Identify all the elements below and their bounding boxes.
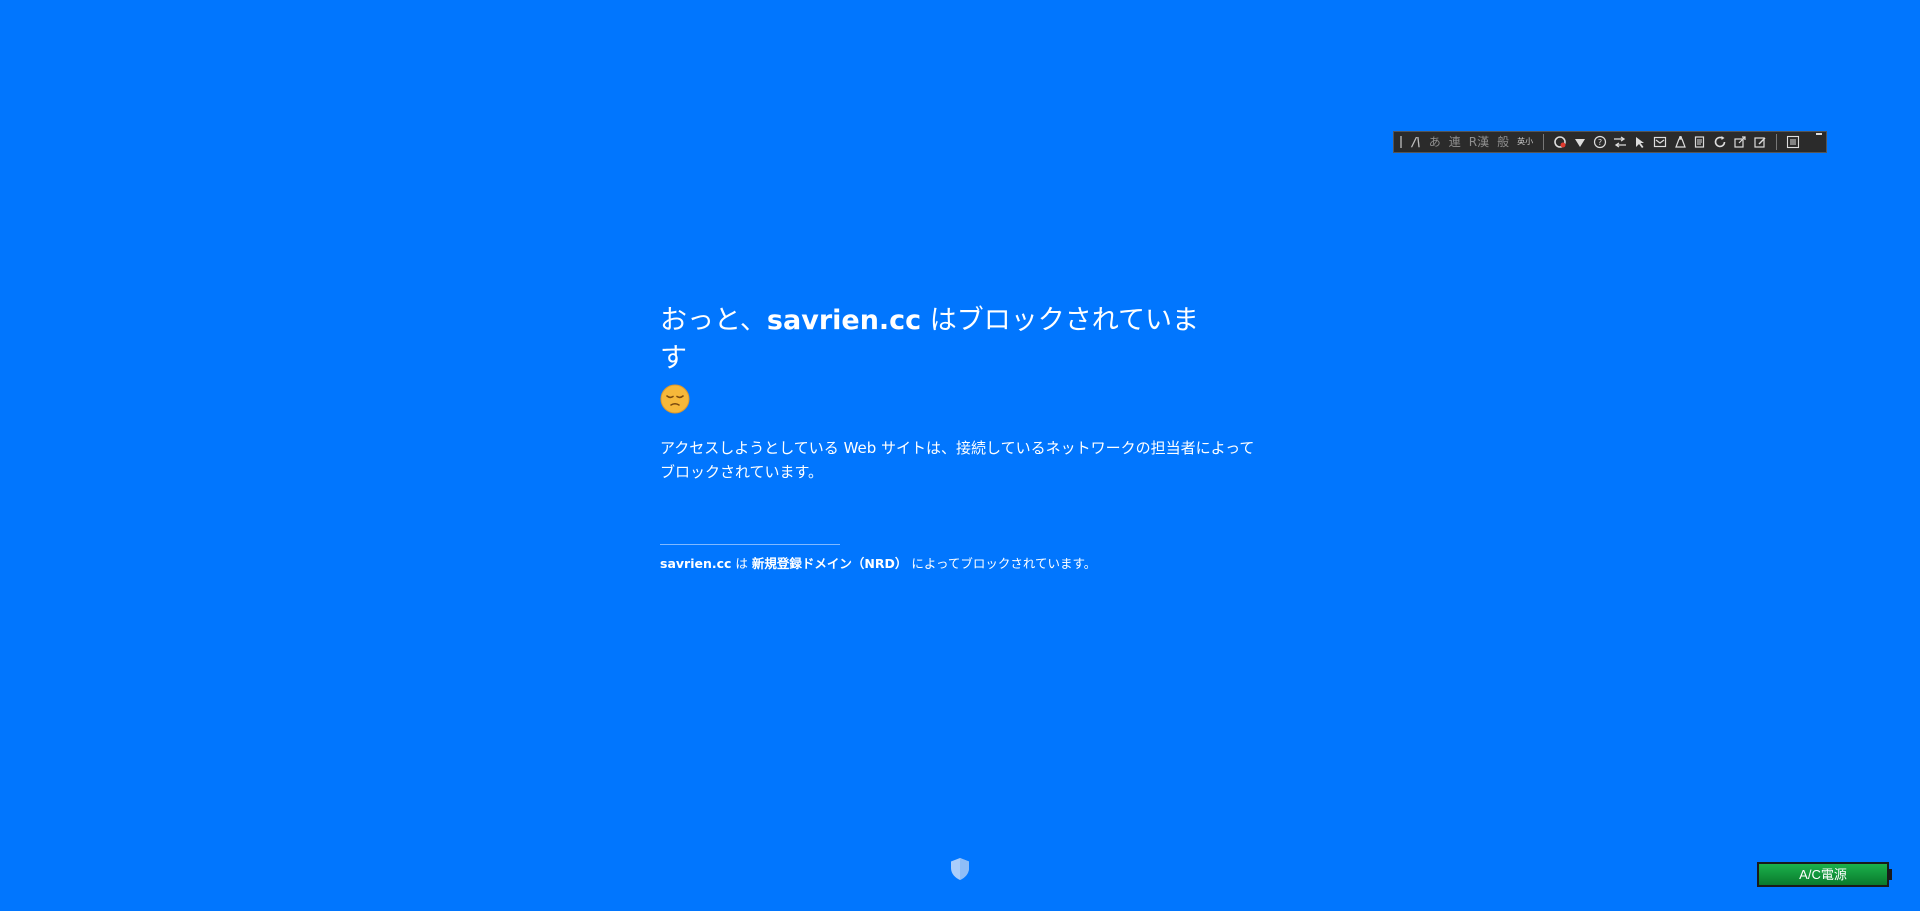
help-icon[interactable]: ? bbox=[1592, 134, 1608, 150]
reason-category: 新規登録ドメイン（NRD） bbox=[751, 556, 908, 571]
power-status-badge: A/C電源 bbox=[1757, 862, 1889, 887]
handwriting-icon[interactable] bbox=[1572, 134, 1588, 150]
pensive-face-icon bbox=[660, 384, 690, 413]
ime-logo: /\ bbox=[1412, 135, 1421, 149]
refresh-icon[interactable] bbox=[1712, 134, 1728, 150]
block-message: おっと、savrien.cc はブロックされています アクセスしようとしている … bbox=[660, 302, 1260, 573]
minimize-icon[interactable] bbox=[1816, 133, 1822, 135]
clean-icon[interactable] bbox=[1672, 134, 1688, 150]
ime-separator bbox=[1776, 134, 1778, 150]
ime-mode-general[interactable]: 般 bbox=[1493, 132, 1513, 152]
reason-particle: は bbox=[731, 556, 752, 571]
svg-text:?: ? bbox=[1598, 138, 1602, 147]
headline-prefix: おっと、 bbox=[660, 305, 767, 336]
notes-icon[interactable] bbox=[1692, 134, 1708, 150]
divider bbox=[660, 544, 840, 545]
export-icon[interactable] bbox=[1732, 134, 1748, 150]
reason-suffix: によってブロックされています。 bbox=[907, 556, 1097, 571]
edit-icon[interactable] bbox=[1752, 134, 1768, 150]
ime-mode-alphanumeric[interactable]: 英小 bbox=[1513, 132, 1537, 152]
battery-tip bbox=[1889, 869, 1892, 880]
ime-separator bbox=[1543, 134, 1545, 150]
shield-icon bbox=[951, 858, 969, 880]
ime-mode-kanji[interactable]: R漢 bbox=[1465, 132, 1493, 152]
block-reason: savrien.cc は 新規登録ドメイン（NRD） によってブロックされていま… bbox=[660, 555, 1260, 573]
menu-icon[interactable] bbox=[1785, 134, 1801, 150]
ime-mode-continuous[interactable]: 連 bbox=[1445, 132, 1465, 152]
page-title: おっと、savrien.cc はブロックされています bbox=[660, 302, 1220, 416]
ime-toolbar-grip[interactable] bbox=[1400, 136, 1402, 148]
reason-domain: savrien.cc bbox=[660, 556, 732, 571]
pointer-icon[interactable] bbox=[1632, 134, 1648, 150]
dictionary-icon[interactable] bbox=[1652, 134, 1668, 150]
ime-mode-hiragana[interactable]: あ bbox=[1425, 132, 1445, 152]
block-description: アクセスしようとしている Web サイトは、接続しているネットワークの担当者によ… bbox=[660, 439, 1255, 481]
blocked-domain: savrien.cc bbox=[766, 305, 922, 336]
conversion-icon[interactable] bbox=[1612, 134, 1628, 150]
ime-toolbar: /\ あ 連 R漢 般 英小 ? bbox=[1393, 131, 1827, 153]
settings-icon[interactable] bbox=[1552, 134, 1568, 150]
block-page: /\ あ 連 R漢 般 英小 ? おっと、savrien.cc はブロックされて… bbox=[0, 0, 1920, 911]
